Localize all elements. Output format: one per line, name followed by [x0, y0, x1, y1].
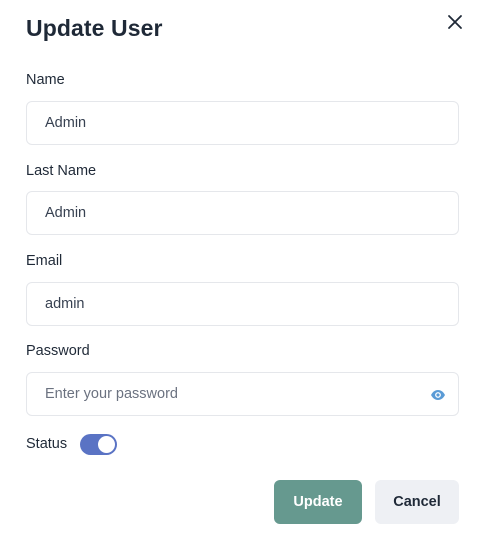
status-row: Status — [26, 432, 118, 456]
last-name-field[interactable] — [27, 192, 458, 234]
status-toggle[interactable] — [80, 433, 118, 455]
name-field-wrapper — [26, 101, 459, 145]
email-field-wrapper — [26, 282, 459, 326]
update-user-dialog: Update User Name Last Name Email Passwor… — [0, 0, 480, 540]
close-button[interactable] — [443, 10, 467, 34]
name-label: Name — [26, 72, 65, 88]
last-name-field-wrapper — [26, 191, 459, 235]
toggle-knob — [98, 435, 116, 453]
password-field-wrapper — [26, 372, 459, 416]
last-name-label: Last Name — [26, 163, 97, 179]
status-label: Status — [26, 436, 68, 452]
email-field[interactable] — [27, 283, 458, 325]
dialog-title: Update User — [26, 15, 163, 41]
password-field[interactable] — [27, 373, 458, 415]
name-field[interactable] — [27, 102, 458, 144]
password-label: Password — [26, 343, 90, 359]
update-button[interactable]: Update — [274, 480, 362, 524]
email-label: Email — [26, 253, 63, 269]
eye-icon[interactable] — [430, 387, 446, 403]
cancel-button[interactable]: Cancel — [375, 480, 459, 524]
close-icon — [448, 15, 462, 29]
